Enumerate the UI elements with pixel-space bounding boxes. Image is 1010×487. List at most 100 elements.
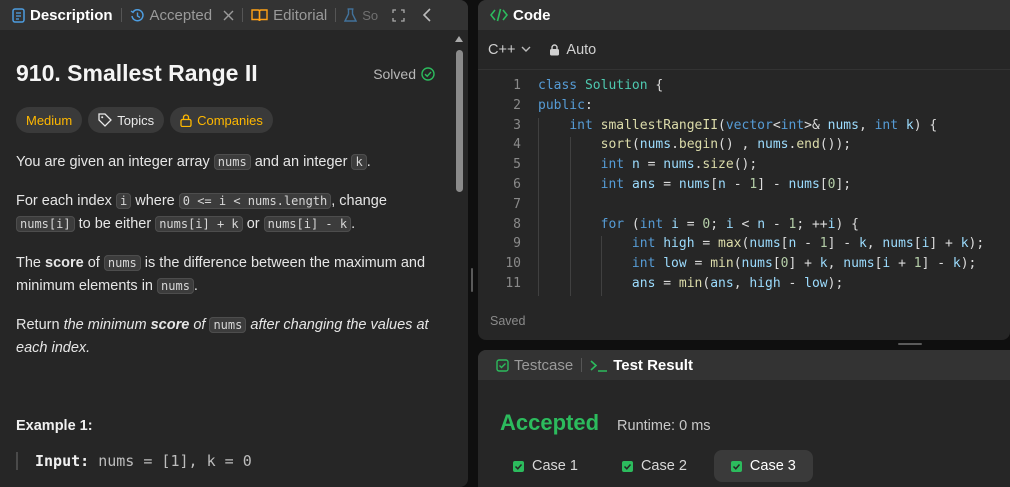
indent-guide: [538, 236, 539, 257]
text: .: [193, 278, 198, 294]
indent-guide: [569, 216, 571, 237]
horizontal-resize-handle[interactable]: [898, 343, 922, 345]
maximize-icon[interactable]: [392, 8, 405, 22]
tab-code-label: Code: [513, 6, 551, 24]
code-line[interactable]: 9 int high = max(nums[n - 1] - k, nums[i…: [478, 236, 1010, 257]
code-text: class Solution {: [538, 78, 664, 93]
text: You are given an integer array: [16, 154, 214, 170]
code-text: for (int i = 0; i < n - 1; ++i) {: [521, 216, 859, 237]
checkbox-icon: [496, 358, 509, 372]
flask-icon: [344, 7, 358, 23]
code-line[interactable]: 7: [478, 196, 1010, 217]
autocomplete-mode[interactable]: Auto: [549, 42, 596, 58]
code-line[interactable]: 5 int n = nums.size();: [478, 157, 1010, 178]
indent-guide: [538, 275, 539, 296]
code-text: int high = max(nums[n - 1] - k, nums[i] …: [521, 236, 984, 257]
code-editor[interactable]: 1 class Solution {2 public: 3 int smallestR…: [478, 78, 1010, 296]
tab-testcase-label: Testcase: [514, 356, 574, 374]
inline-code: nums: [103, 255, 141, 271]
line-number: 10: [505, 256, 521, 272]
scrollbar-thumb[interactable]: [456, 50, 463, 192]
companies-button[interactable]: Companies: [170, 107, 273, 133]
code-text: sort(nums.begin() , nums.end());: [521, 137, 851, 158]
case-2-button[interactable]: Case 2: [605, 450, 704, 482]
code-line[interactable]: 2 public:: [478, 98, 1010, 118]
code-line[interactable]: 8 for (int i = 0; i < n - 1; ++i) {: [478, 216, 1010, 237]
tab-accepted[interactable]: Accepted: [126, 0, 239, 30]
text: , change: [331, 193, 387, 209]
line-number: 4: [513, 137, 521, 153]
line-number: 3: [513, 117, 521, 133]
line-number: 6: [513, 176, 521, 192]
inline-code: nums[i]: [16, 216, 75, 232]
case-1-button[interactable]: Case 1: [496, 450, 595, 482]
tab-test-result[interactable]: Test Result: [586, 350, 697, 380]
runtime-text: Runtime: 0 ms: [617, 418, 711, 434]
indent-guide: [538, 176, 539, 197]
bold-text: score: [45, 255, 84, 271]
indent-guide: [569, 275, 571, 296]
chevron-down-icon: [521, 46, 531, 53]
code-text: public:: [538, 97, 593, 113]
inline-code: 0 <= i < nums.length: [178, 193, 332, 209]
code-line[interactable]: 4 sort(nums.begin() , nums.end());: [478, 137, 1010, 158]
solved-status: Solved: [373, 66, 435, 82]
companies-label: Companies: [197, 112, 263, 128]
case-tabs: Case 1 Case 2 Case 3: [496, 450, 1010, 482]
description-paragraph-3: The score of nums is the difference betw…: [16, 252, 439, 298]
code-text: ans = min(ans, high - low);: [521, 275, 843, 296]
code-line[interactable]: 1 class Solution {: [478, 78, 1010, 98]
language-selector[interactable]: C++: [488, 42, 531, 58]
mode-label: Auto: [566, 41, 597, 58]
tab-solutions[interactable]: So: [340, 0, 382, 30]
description-scrollbar[interactable]: [455, 36, 463, 481]
case-3-button[interactable]: Case 3: [713, 450, 813, 482]
collapse-chevron-icon[interactable]: [423, 8, 432, 22]
vertical-resize-handle[interactable]: [471, 268, 473, 292]
close-icon[interactable]: [223, 10, 234, 21]
text: to be either: [74, 216, 156, 232]
code-text: int low = min(nums[0] + k, nums[i + 1] -…: [521, 256, 976, 277]
tab-separator: [242, 8, 244, 22]
code-line[interactable]: 6 int ans = nums[n - 1] - nums[0];: [478, 176, 1010, 197]
tab-editorial[interactable]: Editorial: [247, 0, 331, 30]
check-icon: [513, 460, 524, 472]
indent-guide: [538, 196, 539, 217]
tab-test-result-label: Test Result: [613, 356, 693, 374]
indent-guide: [538, 117, 539, 138]
text: The: [16, 255, 46, 271]
inline-code: nums[i] - k: [263, 216, 352, 232]
tab-code[interactable]: Code: [478, 0, 555, 30]
text: of: [83, 255, 104, 271]
inline-code: i: [115, 193, 132, 209]
case-label: Case 2: [640, 458, 687, 474]
check-circle-icon: [421, 66, 435, 81]
tab-testcase[interactable]: Testcase: [492, 350, 577, 380]
tab-separator: [581, 358, 583, 372]
result-tabbar: Testcase Test Result: [478, 350, 1010, 380]
code-line[interactable]: 11 ans = min(ans, high - low);: [478, 275, 1010, 296]
scroll-up-arrow-icon[interactable]: [455, 36, 463, 42]
example-input-value: nums = [1], k = 0: [98, 452, 252, 470]
example-title: Example 1:: [16, 418, 93, 434]
tab-description[interactable]: Description: [0, 0, 117, 30]
line-number: 11: [505, 275, 521, 291]
history-icon: [130, 8, 145, 23]
indent-guide: [538, 137, 539, 158]
code-panel: Code C++ Auto 1 class Solution {2 public: 3…: [478, 0, 1010, 340]
code-line[interactable]: 10 int low = min(nums[0] + k, nums[i + 1…: [478, 256, 1010, 277]
topics-button[interactable]: Topics: [88, 107, 165, 133]
indent-guide: [601, 236, 602, 257]
indent-guide: [569, 236, 571, 257]
code-line[interactable]: 3 int smallestRangeII(vector<int>& nums,…: [478, 117, 1010, 138]
indent-guide: [538, 216, 539, 237]
inline-code: nums: [209, 317, 247, 333]
text: where: [131, 193, 179, 209]
code-text: [521, 196, 571, 217]
inline-code: nums: [213, 154, 251, 170]
code-brackets-icon: [490, 8, 508, 22]
code-toolbar: C++ Auto: [478, 30, 1010, 70]
problem-title[interactable]: 910. Smallest Range II: [16, 60, 258, 87]
example-input: Input: nums = [1], k = 0: [16, 452, 439, 470]
description-panel: Description Accepted Editorial So 910. S…: [0, 0, 468, 487]
